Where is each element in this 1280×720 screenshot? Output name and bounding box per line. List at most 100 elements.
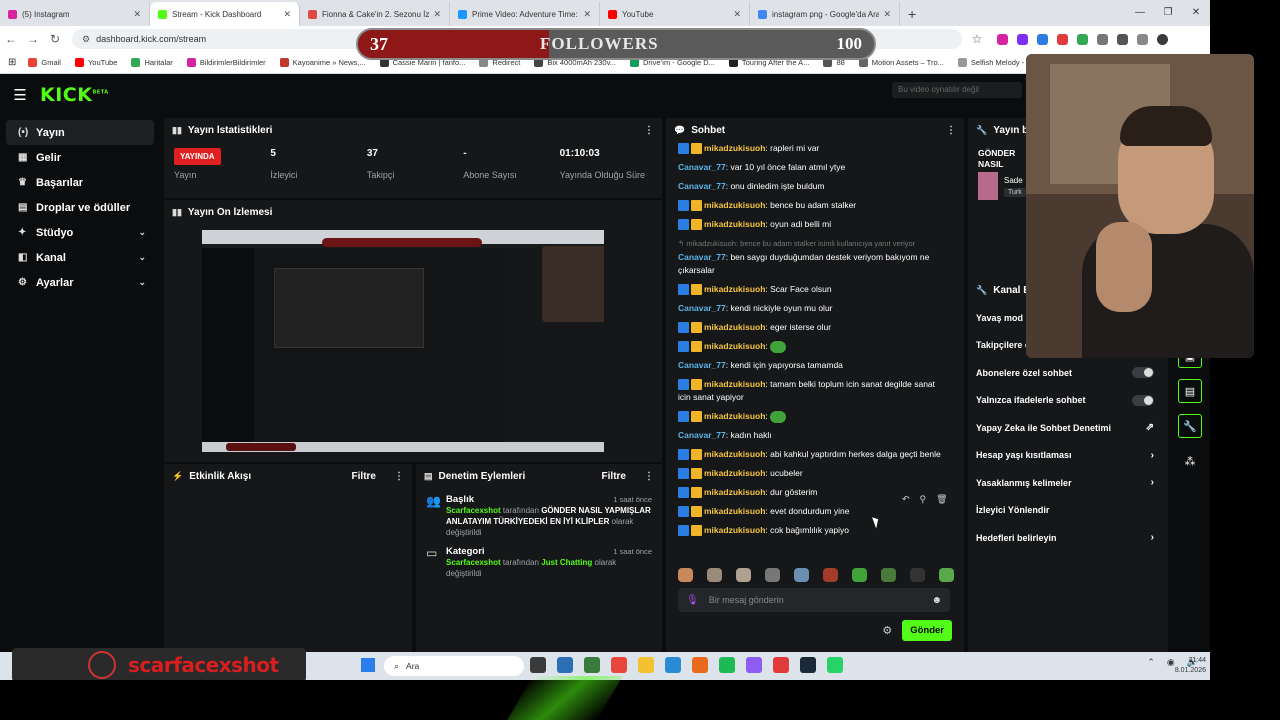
chat-message[interactable]: mikadzukisuoh: ucubeler	[678, 467, 946, 480]
chat-username[interactable]: mikadzukisuoh	[704, 322, 765, 332]
extensions-puzzle-icon[interactable]	[1097, 33, 1108, 45]
emoji-picker-icon[interactable]: ☻	[931, 595, 942, 606]
sidebar-item-4[interactable]: ✦ Stüdyo ⌄	[6, 220, 154, 245]
emote-icon[interactable]	[939, 568, 954, 582]
more-options-icon[interactable]: ⋮	[644, 471, 654, 482]
toggle-switch[interactable]	[1132, 367, 1154, 379]
extension-icon[interactable]	[997, 33, 1008, 45]
chat-username[interactable]: mikadzukisuoh	[704, 219, 765, 229]
taskbar-app-icon[interactable]	[719, 657, 735, 673]
emote-icon[interactable]	[736, 568, 751, 582]
chat-username[interactable]: Canavar_77	[678, 181, 726, 191]
taskbar-app-icon[interactable]	[557, 657, 573, 673]
new-tab-button[interactable]: +	[900, 6, 924, 26]
emote-icon[interactable]	[852, 568, 867, 582]
sidebar-item-1[interactable]: ▦ Gelir	[6, 145, 154, 170]
close-window-icon[interactable]: ✕	[1182, 0, 1210, 26]
bookmark-star-icon[interactable]: ☆	[966, 32, 988, 46]
profile-avatar[interactable]	[1157, 33, 1168, 45]
tab-close-icon[interactable]: ✕	[133, 9, 141, 20]
channel-action-row[interactable]: Yasaklanmış kelimeler ›	[968, 469, 1168, 497]
more-options-icon[interactable]: ⋮	[394, 471, 404, 482]
chevron-up-icon[interactable]: ⌃	[1147, 657, 1155, 668]
chat-username[interactable]: Canavar_77	[678, 360, 726, 370]
chat-username[interactable]: mikadzukisuoh	[704, 506, 765, 516]
chevron-right-icon[interactable]: ›	[1151, 477, 1154, 488]
emote-icon[interactable]	[707, 568, 722, 582]
layout-icon[interactable]: ▤	[1178, 379, 1202, 403]
reading-list-icon[interactable]	[1117, 33, 1128, 45]
chat-username[interactable]: mikadzukisuoh	[704, 143, 765, 153]
moderation-user[interactable]: Scarfacexshot	[446, 558, 501, 567]
taskbar-app-icon[interactable]	[827, 657, 843, 673]
browser-tab[interactable]: YouTube ✕	[600, 2, 750, 26]
browser-tab[interactable]: Prime Video: Adventure Time: F ✕	[450, 2, 600, 26]
apps-grid-icon[interactable]: ⊞	[8, 57, 16, 68]
chat-username[interactable]: Canavar_77	[678, 252, 726, 262]
wrench-tool-icon[interactable]: 🔧	[1178, 414, 1202, 438]
chat-message[interactable]: Canavar_77: kendi için yapıyorsa tamamda	[678, 359, 946, 372]
taskbar-app-icon[interactable]	[773, 657, 789, 673]
tab-close-icon[interactable]: ✕	[433, 9, 441, 20]
sidebar-item-5[interactable]: ◧ Kanal ⌄	[6, 245, 154, 270]
extension-icon[interactable]	[1017, 33, 1028, 45]
chat-username[interactable]: mikadzukisuoh	[704, 449, 765, 459]
emote-icon[interactable]	[678, 568, 693, 582]
chat-username[interactable]: Canavar_77	[678, 162, 726, 172]
browser-tab[interactable]: (5) Instagram ✕	[0, 2, 150, 26]
bookmark-item[interactable]: Kayoanime » News,...	[279, 58, 366, 67]
nodes-icon[interactable]: ⁂	[1178, 449, 1202, 473]
tab-close-icon[interactable]: ✕	[883, 9, 891, 20]
taskbar-clock[interactable]: 21:44 8.01.2026	[1170, 656, 1206, 676]
chat-message[interactable]: mikadzukisuoh: rapleri mi var	[678, 142, 946, 155]
taskbar-app-icon[interactable]	[638, 657, 654, 673]
channel-action-row[interactable]: Yapay Zeka ile Sohbet Denetimi ⇗	[968, 414, 1168, 442]
emote-icon[interactable]	[881, 568, 896, 582]
chat-username[interactable]: mikadzukisuoh	[704, 468, 765, 478]
sidebar-item-3[interactable]: ▤ Droplar ve ödüller	[6, 195, 154, 220]
emote-icon[interactable]	[910, 568, 925, 582]
chat-username[interactable]: mikadzukisuoh	[704, 525, 765, 535]
chat-username[interactable]: mikadzukisuoh	[704, 341, 765, 351]
emote-icon[interactable]	[823, 568, 838, 582]
chat-message[interactable]: mikadzukisuoh: oyun adi belli mi	[678, 218, 946, 231]
taskbar-app-icon[interactable]	[800, 657, 816, 673]
chevron-right-icon[interactable]: ›	[1151, 532, 1154, 543]
taskbar-search[interactable]: ⌕ Ara	[384, 656, 524, 676]
taskbar-app-icon[interactable]	[692, 657, 708, 673]
chat-username[interactable]: mikadzukisuoh	[704, 284, 765, 294]
bookmark-item[interactable]: Gmail	[28, 58, 61, 67]
restore-icon[interactable]: ❐	[1154, 0, 1182, 26]
tab-close-icon[interactable]: ✕	[283, 9, 291, 20]
more-options-icon[interactable]: ⋮	[946, 125, 956, 136]
site-info-icon[interactable]: ⚙	[82, 34, 90, 45]
extension-icon[interactable]	[1057, 33, 1068, 45]
chat-message[interactable]: mikadzukisuoh:	[678, 410, 946, 423]
forward-icon[interactable]: →	[22, 32, 44, 46]
chat-message-input[interactable]	[708, 595, 932, 605]
channel-action-row[interactable]: Hedefleri belirleyin ›	[968, 524, 1168, 552]
toggle-switch[interactable]	[1132, 394, 1154, 406]
moderation-user[interactable]: Scarfacexshot	[446, 506, 501, 515]
browser-tab[interactable]: Fionna & Cake'in 2. Sezonu İzle ✕	[300, 2, 450, 26]
sidebar-item-0[interactable]: (•) Yayın	[6, 120, 154, 145]
browser-tab[interactable]: Stream - Kick Dashboard ✕	[150, 2, 300, 26]
tab-close-icon[interactable]: ✕	[583, 9, 591, 20]
chevron-down-icon[interactable]: ⌄	[138, 227, 146, 238]
chat-message[interactable]: Canavar_77: kadın haklı	[678, 429, 946, 442]
send-button[interactable]: Gönder	[902, 620, 952, 641]
tab-close-icon[interactable]: ✕	[733, 9, 741, 20]
chat-message[interactable]: mikadzukisuoh: bence bu adam stalker	[678, 199, 946, 212]
sidebar-item-6[interactable]: ⚙ Ayarlar ⌄	[6, 270, 154, 295]
chat-message[interactable]: mikadzukisuoh: cok bağımlılık yapiyo	[678, 524, 946, 537]
chat-message[interactable]: mikadzukisuoh: evet dondurdum yine	[678, 505, 946, 518]
chat-message[interactable]: mikadzukisuoh:	[678, 340, 946, 353]
taskbar-app-icon[interactable]	[584, 657, 600, 673]
emote-icon[interactable]	[765, 568, 780, 582]
taskbar-app-icon[interactable]	[611, 657, 627, 673]
emote-icon[interactable]	[794, 568, 809, 582]
bookmark-item[interactable]: Motion Assets – Tro...	[858, 58, 944, 67]
chat-message[interactable]: mikadzukisuoh: tamam belki toplum icin s…	[678, 378, 946, 404]
chat-message[interactable]: Canavar_77: ben saygı duyduğumdan destek…	[678, 251, 946, 277]
bookmark-item[interactable]: YouTube	[74, 58, 117, 67]
